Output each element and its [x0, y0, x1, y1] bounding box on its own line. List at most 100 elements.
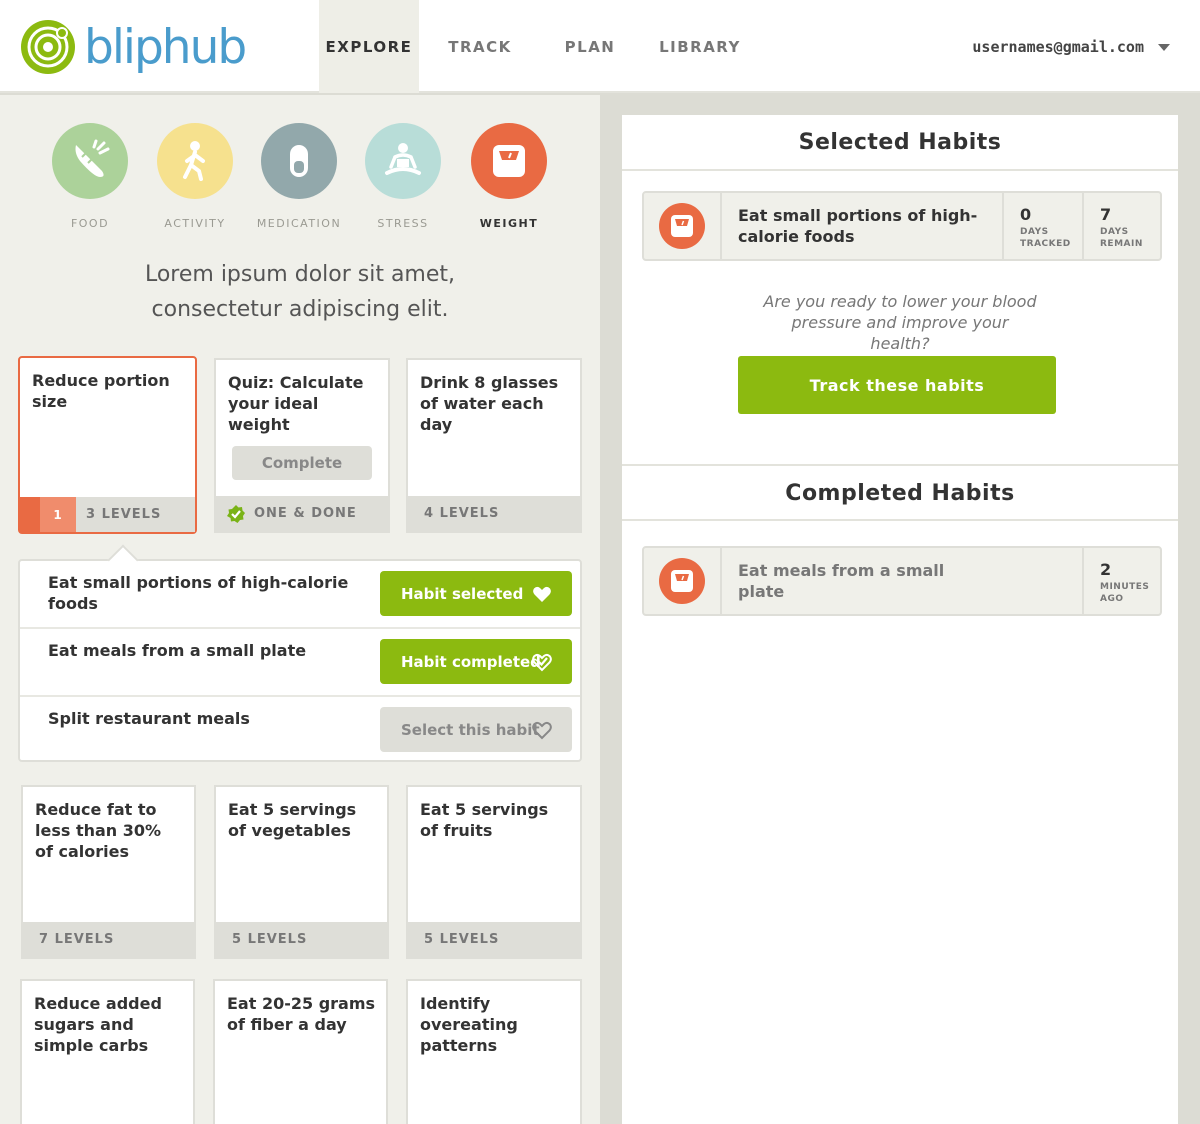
user-email: usernames@gmail.com: [972, 38, 1144, 56]
selected-habit-row[interactable]: Eat small portions of high-calorie foods…: [642, 191, 1162, 261]
divider: [622, 169, 1178, 171]
days-tracked-value: 0: [1020, 205, 1032, 224]
button-label: Habit completed: [401, 652, 541, 671]
habits-summary-panel: Selected Habits Eat small portions of hi…: [622, 115, 1178, 1124]
habit-text: Eat small portions of high-calorie foods: [48, 573, 349, 613]
habit-icon-cell: [644, 193, 722, 259]
selected-habits-title: Selected Habits: [798, 130, 1002, 155]
completed-ago-value: 2: [1100, 560, 1112, 579]
habit-completed-button[interactable]: Habit completed: [380, 639, 572, 684]
divider: [622, 464, 1178, 466]
card-levels: ONE & DONE: [254, 506, 357, 521]
category-food[interactable]: FOOD: [45, 123, 135, 230]
habit-icon-circle: [659, 558, 705, 604]
heart-icon: [533, 586, 551, 602]
user-menu[interactable]: usernames@gmail.com: [972, 38, 1170, 56]
button-label: Select this habit: [401, 720, 540, 739]
selected-habit-name: Eat small portions of high-calorie foods: [738, 206, 978, 246]
habit-card-fruits[interactable]: Eat 5 servings of fruits 5 LEVELS: [406, 785, 582, 959]
intro-line-2: consectetur adipiscing elit.: [151, 297, 449, 322]
habit-card-water[interactable]: Drink 8 glasses of water each day 4 LEVE…: [406, 358, 582, 533]
card-title: Reduce added sugars and simple carbs: [34, 994, 162, 1055]
nav-tab-library[interactable]: LIBRARY: [650, 0, 750, 93]
completed-habits-title: Completed Habits: [785, 481, 1015, 506]
category-label-food: FOOD: [70, 217, 110, 230]
card-levels: 5 LEVELS: [232, 932, 308, 947]
logo-text: bliphub: [84, 19, 247, 75]
nav-tab-explore[interactable]: EXPLORE: [319, 0, 419, 93]
medication-circle: [261, 123, 337, 199]
heart-check-icon: [532, 653, 552, 672]
card-title: Eat 5 servings of fruits: [420, 800, 549, 840]
category-activity[interactable]: ACTIVITY: [150, 123, 240, 230]
habit-icon-cell: [644, 548, 722, 614]
days-tracked-label: DAYS TRACKED: [1020, 227, 1071, 249]
completed-habit-row[interactable]: Eat meals from a small plate 2 MINUTES A…: [642, 546, 1162, 616]
current-level-badge: 1: [40, 497, 76, 532]
card-title: Eat 5 servings of vegetables: [228, 800, 357, 840]
nav-tab-track[interactable]: TRACK: [430, 0, 530, 93]
card-footer: 5 LEVELS: [408, 922, 580, 957]
habit-card-overeating[interactable]: Identify overeating patterns: [406, 979, 582, 1124]
habit-list-panel: Eat small portions of high-calorie foods…: [18, 559, 582, 762]
card-levels: 3 LEVELS: [86, 507, 162, 522]
habit-selected-button[interactable]: Habit selected: [380, 571, 572, 616]
logo-mark-icon: [21, 20, 75, 74]
card-title: Reduce portion size: [32, 371, 170, 411]
habit-card-reduce-sugars[interactable]: Reduce added sugars and simple carbs: [20, 979, 195, 1124]
activity-circle: [157, 123, 233, 199]
scale-icon: [671, 570, 693, 592]
habit-card-quiz[interactable]: Quiz: Calculate your ideal weight Comple…: [214, 358, 390, 533]
bliphub-logo[interactable]: bliphub: [20, 17, 260, 77]
category-label-stress: STRESS: [377, 217, 429, 230]
category-stress[interactable]: STRESS: [358, 123, 448, 230]
explore-panel: FOOD ACTIVITY MEDICATION STRESS WEIGHT L…: [0, 95, 600, 1124]
scale-icon: [493, 145, 525, 177]
carrot-icon: [75, 139, 110, 177]
card-levels: 5 LEVELS: [424, 932, 500, 947]
habit-row: Eat meals from a small plate Habit compl…: [20, 627, 580, 693]
habit-text: Split restaurant meals: [48, 709, 250, 728]
track-habits-button[interactable]: Track these habits: [738, 356, 1056, 414]
walking-person-icon: [183, 141, 205, 181]
category-medication[interactable]: MEDICATION: [254, 123, 344, 230]
category-label-weight: WEIGHT: [479, 217, 539, 230]
card-title: Quiz: Calculate your ideal weight: [228, 373, 364, 434]
habit-card-reduce-portion[interactable]: Reduce portion size 1 3 LEVELS: [18, 356, 197, 534]
habit-row: Split restaurant meals Select this habit: [20, 695, 580, 761]
nav-tab-plan[interactable]: PLAN: [540, 0, 640, 93]
card-title: Eat 20-25 grams of fiber a day: [227, 994, 376, 1034]
completed-ago-stat: 2 MINUTES AGO: [1082, 548, 1162, 614]
days-remain-label: DAYS REMAIN: [1100, 227, 1143, 249]
days-tracked-stat: 0 DAYS TRACKED: [1002, 193, 1082, 259]
chevron-down-icon[interactable]: [1158, 43, 1170, 51]
habit-row: Eat small portions of high-calorie foods…: [20, 561, 580, 627]
card-title: Identify overeating patterns: [420, 994, 518, 1055]
stress-circle: [365, 123, 441, 199]
level-indicator: [20, 497, 40, 532]
habit-card-vegetables[interactable]: Eat 5 servings of vegetables 5 LEVELS: [214, 785, 389, 959]
days-remain-stat: 7 DAYS REMAIN: [1082, 193, 1162, 259]
category-weight[interactable]: WEIGHT: [464, 123, 554, 230]
card-levels: 7 LEVELS: [39, 932, 115, 947]
pill-icon: [290, 145, 308, 177]
habit-card-reduce-fat[interactable]: Reduce fat to less than 30% of calories …: [21, 785, 196, 959]
track-prompt: Are you ready to lower your blood pressu…: [763, 292, 1037, 353]
completed-ago-label: MINUTES AGO: [1100, 582, 1150, 604]
habit-card-fiber[interactable]: Eat 20-25 grams of fiber a day: [213, 979, 388, 1124]
food-circle: [52, 123, 128, 199]
scale-icon: [671, 215, 693, 237]
select-habit-button[interactable]: Select this habit: [380, 707, 572, 752]
card-footer: 5 LEVELS: [216, 922, 387, 957]
card-footer: 1 3 LEVELS: [20, 497, 195, 532]
habit-text: Eat meals from a small plate: [48, 641, 307, 660]
complete-button[interactable]: Complete: [232, 446, 372, 480]
habit-icon-circle: [659, 203, 705, 249]
button-label: Habit selected: [401, 584, 524, 603]
completed-habit-name: Eat meals from a small plate: [738, 561, 945, 601]
card-footer: 4 LEVELS: [408, 496, 580, 531]
weight-circle: [471, 123, 547, 199]
card-footer: 7 LEVELS: [23, 922, 194, 957]
top-header: bliphub EXPLORE TRACK PLAN LIBRARY usern…: [0, 0, 1200, 93]
days-remain-value: 7: [1100, 205, 1112, 224]
